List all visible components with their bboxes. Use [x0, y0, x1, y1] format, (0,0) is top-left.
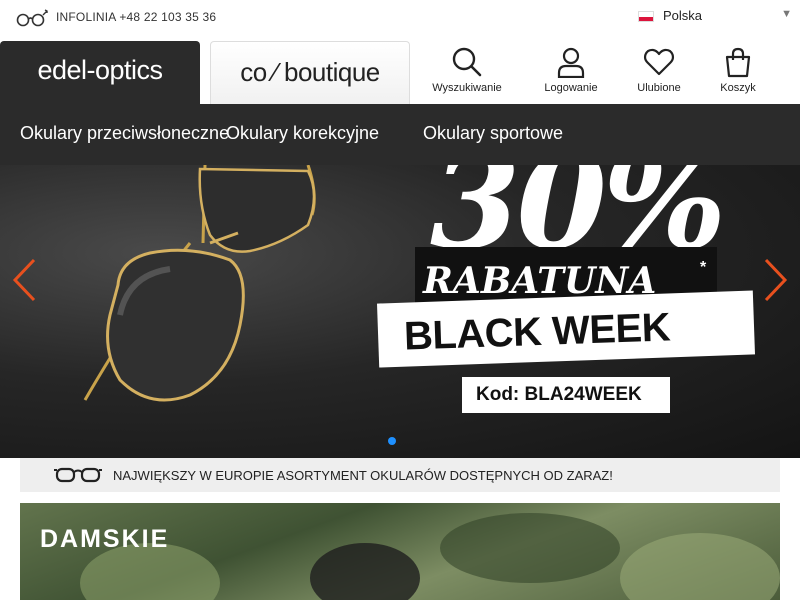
- user-icon: [557, 47, 585, 78]
- cart-button[interactable]: Koszyk: [693, 44, 783, 100]
- nav-item-sunglasses[interactable]: Okulary przeciwsłoneczne: [20, 123, 229, 144]
- co-boutique-logo: co ⁄ boutique: [240, 57, 380, 87]
- favorites-label: Ulubione: [637, 82, 681, 94]
- cart-label: Koszyk: [720, 82, 756, 94]
- arrow-right-icon[interactable]: [760, 257, 790, 303]
- glasses-icon: [16, 9, 48, 27]
- promo-code-text: Kod: BLA24WEEK: [476, 384, 642, 405]
- foliage-decoration: [620, 533, 780, 600]
- tab-co-boutique[interactable]: co ⁄ boutique: [210, 41, 410, 104]
- black-week-text: BLACK WEEK: [403, 305, 671, 359]
- eyeglasses-icon: [54, 467, 102, 483]
- sunglasses-image: [83, 165, 316, 402]
- model-sunglasses-image: [310, 543, 420, 600]
- category-title: DAMSKIE: [40, 525, 170, 553]
- poland-flag-icon: [638, 11, 654, 22]
- search-button[interactable]: Wyszukiwanie: [422, 44, 512, 100]
- search-label: Wyszukiwanie: [432, 82, 502, 94]
- language-label: Polska: [663, 8, 703, 23]
- foliage-decoration: [440, 513, 620, 583]
- nav-item-eyeglasses[interactable]: Okulary korekcyjne: [226, 123, 379, 144]
- slider-dot-active[interactable]: [388, 437, 396, 445]
- tab-edel-optics[interactable]: edel-optics: [0, 41, 200, 104]
- edel-optics-logo: edel-optics: [37, 55, 163, 85]
- search-icon: [452, 47, 482, 77]
- language-selector[interactable]: Polska ▼: [638, 7, 794, 27]
- favorites-button[interactable]: Ulubione: [614, 44, 704, 100]
- arrow-left-icon[interactable]: [10, 257, 40, 303]
- usp-strip: NAJWIĘKSZY W EUROPIE ASORTYMENT OKULARÓW…: [20, 458, 780, 492]
- hero-banner[interactable]: 30% RABATUNA * BLACK WEEK Kod: BLA24WEEK: [0, 165, 800, 458]
- login-button[interactable]: Logowanie: [526, 44, 616, 100]
- shopping-bag-icon: [725, 47, 751, 78]
- usp-text: NAJWIĘKSZY W EUROPIE ASORTYMENT OKULARÓW…: [113, 468, 613, 483]
- category-banner-women[interactable]: DAMSKIE: [20, 503, 780, 600]
- top-bar: INFOLINIA +48 22 103 35 36 Polska ▼: [0, 0, 800, 34]
- main-nav: Okulary przeciwsłoneczne Okulary korekcy…: [0, 104, 800, 165]
- hotline-text[interactable]: INFOLINIA +48 22 103 35 36: [56, 10, 216, 24]
- chevron-down-icon: ▼: [781, 8, 792, 20]
- heart-icon: [643, 48, 675, 76]
- nav-item-sport-glasses[interactable]: Okulary sportowe: [423, 123, 563, 144]
- asterisk: *: [700, 259, 707, 276]
- login-label: Logowanie: [544, 82, 598, 94]
